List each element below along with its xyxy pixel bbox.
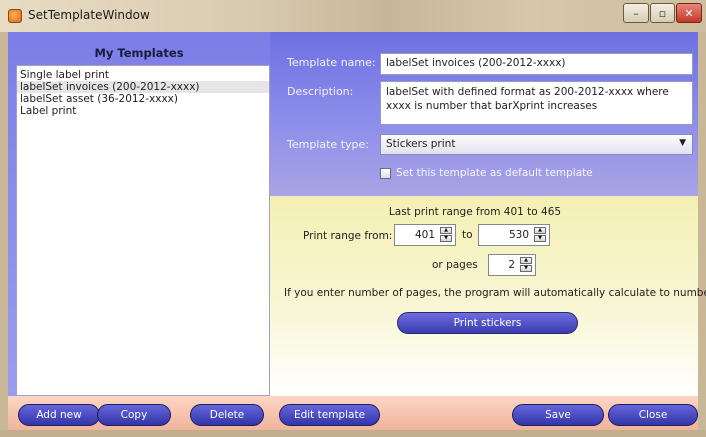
print-stickers-button[interactable]: Print stickers	[397, 312, 578, 334]
range-from-value: 401	[414, 229, 435, 241]
description-label: Description:	[287, 85, 354, 98]
window-border-right	[698, 32, 706, 437]
template-item[interactable]: Label print	[17, 105, 269, 117]
spinner-down-icon[interactable]: ▼	[534, 235, 546, 242]
window-title: SetTemplateWindow	[28, 8, 150, 22]
print-panel: Last print range from 401 to 465 Print r…	[270, 196, 706, 396]
description-input[interactable]: labelSet with defined format as 200-2012…	[380, 81, 693, 125]
add-new-button[interactable]: Add new	[18, 404, 100, 426]
close-button[interactable]: Close	[608, 404, 698, 426]
pages-value: 2	[508, 259, 515, 271]
spinner-up-icon[interactable]: ▲	[520, 257, 532, 264]
range-to-label: to	[462, 229, 473, 241]
templates-list[interactable]: Single label print labelSet invoices (20…	[16, 65, 270, 396]
template-type-select[interactable]: Stickers print ▼	[380, 134, 693, 155]
title-bar: SetTemplateWindow – ▫ ✕	[0, 0, 706, 32]
print-range-from-label: Print range from:	[303, 230, 393, 242]
template-type-label: Template type:	[287, 138, 369, 151]
delete-button[interactable]: Delete	[190, 404, 264, 426]
or-pages-label: or pages	[432, 259, 478, 271]
window-border-bottom	[0, 430, 706, 437]
save-button[interactable]: Save	[512, 404, 604, 426]
chevron-down-icon: ▼	[679, 138, 686, 148]
action-bar: Add new Copy Delete Edit template Save C…	[8, 396, 698, 430]
spinner-up-icon[interactable]: ▲	[440, 227, 452, 234]
close-window-button[interactable]: ✕	[676, 3, 702, 23]
minimize-button[interactable]: –	[623, 3, 649, 23]
range-to-spinner[interactable]: 530 ▲ ▼	[478, 224, 550, 246]
template-name-input[interactable]: labelSet invoices (200-2012-xxxx)	[380, 53, 693, 75]
template-item[interactable]: labelSet asset (36-2012-xxxx)	[17, 93, 269, 105]
template-type-value: Stickers print	[386, 138, 456, 150]
pages-hint-text: If you enter number of pages, the progra…	[284, 287, 706, 299]
window-border-left	[0, 32, 8, 437]
maximize-button[interactable]: ▫	[650, 3, 675, 23]
templates-header: My Templates	[94, 46, 184, 60]
default-template-checkbox-label: Set this template as default template	[396, 167, 593, 179]
edit-template-button[interactable]: Edit template	[279, 404, 380, 426]
template-item[interactable]: Single label print	[17, 69, 269, 81]
last-print-range: Last print range from 401 to 465	[388, 206, 562, 218]
range-from-spinner[interactable]: 401 ▲ ▼	[394, 224, 456, 246]
templates-panel: My Templates Single label print labelSet…	[8, 32, 270, 396]
template-item-selected[interactable]: labelSet invoices (200-2012-xxxx)	[17, 81, 269, 93]
pages-spinner[interactable]: 2 ▲ ▼	[488, 254, 536, 276]
app-icon	[8, 9, 22, 23]
default-template-checkbox-row[interactable]: Set this template as default template	[380, 166, 593, 180]
copy-button[interactable]: Copy	[97, 404, 171, 426]
spinner-down-icon[interactable]: ▼	[440, 235, 452, 242]
spinner-up-icon[interactable]: ▲	[534, 227, 546, 234]
range-to-value: 530	[508, 229, 529, 241]
template-details-panel: Template name: labelSet invoices (200-20…	[270, 32, 698, 196]
spinner-down-icon[interactable]: ▼	[520, 265, 532, 272]
template-name-label: Template name:	[287, 56, 376, 69]
default-template-checkbox[interactable]	[380, 167, 391, 179]
